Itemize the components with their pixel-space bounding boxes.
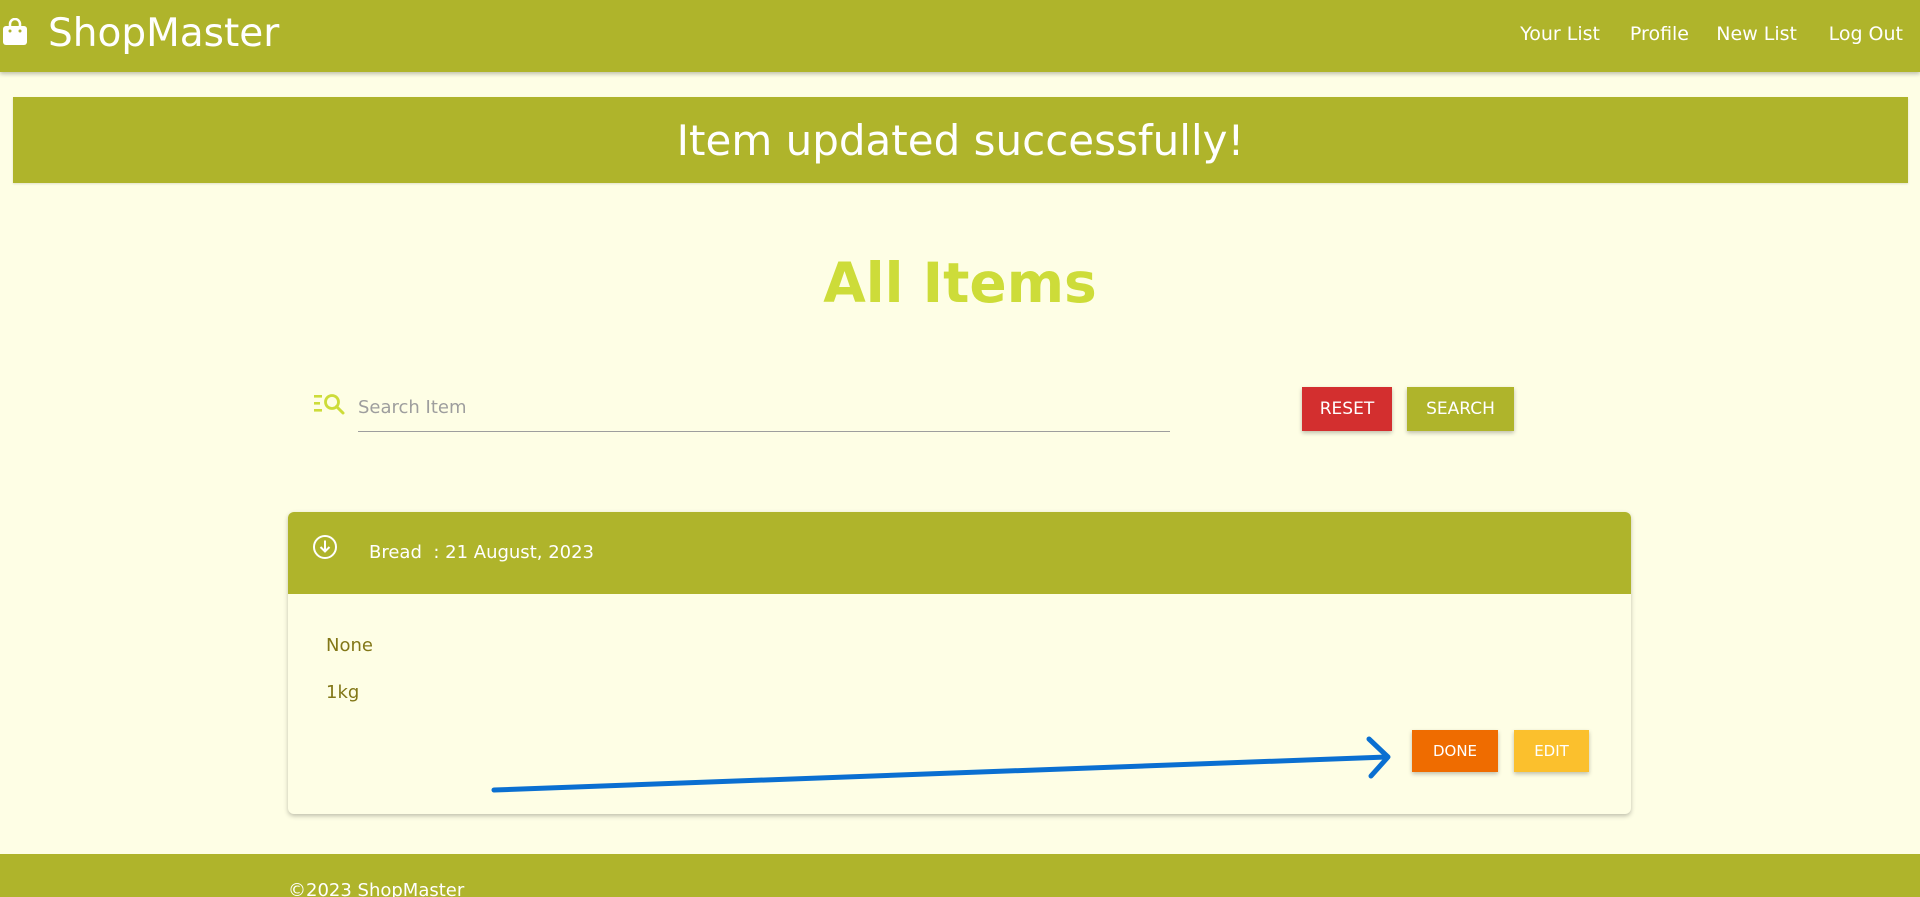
alert-message: Item updated successfully! xyxy=(676,115,1245,165)
item-card-header[interactable]: Bread : 21 August, 2023 xyxy=(288,512,1631,594)
item-note: None xyxy=(326,635,373,656)
circle-arrow-down-icon xyxy=(313,535,337,559)
nav-log-out[interactable]: Log Out xyxy=(1829,21,1903,47)
success-alert: Item updated successfully! xyxy=(13,97,1908,183)
annotation-arrow xyxy=(491,736,1391,793)
reset-button[interactable]: RESET xyxy=(1302,387,1392,431)
edit-button[interactable]: EDIT xyxy=(1514,730,1589,772)
item-quantity: 1kg xyxy=(326,682,360,703)
nav-new-list[interactable]: New List xyxy=(1716,21,1797,47)
search-input[interactable] xyxy=(358,390,1170,432)
search-button[interactable]: SEARCH xyxy=(1407,387,1514,431)
shopping-bag-icon xyxy=(3,18,27,45)
page-title: All Items xyxy=(823,251,1097,315)
navbar: ShopMaster Your List Profile New List Lo… xyxy=(0,0,1920,72)
list-search-icon xyxy=(314,394,345,415)
brand-name[interactable]: ShopMaster xyxy=(48,12,279,56)
item-date: : 21 August, 2023 xyxy=(433,542,594,563)
item-title: Bread : 21 August, 2023 xyxy=(369,542,594,563)
item-name: Bread xyxy=(369,542,422,563)
nav-profile[interactable]: Profile xyxy=(1630,21,1689,47)
footer-copyright: ©2023 ShopMaster xyxy=(288,880,465,897)
nav-your-list[interactable]: Your List xyxy=(1520,21,1600,47)
footer: ©2023 ShopMaster xyxy=(0,854,1920,897)
done-button[interactable]: DONE xyxy=(1412,730,1498,772)
